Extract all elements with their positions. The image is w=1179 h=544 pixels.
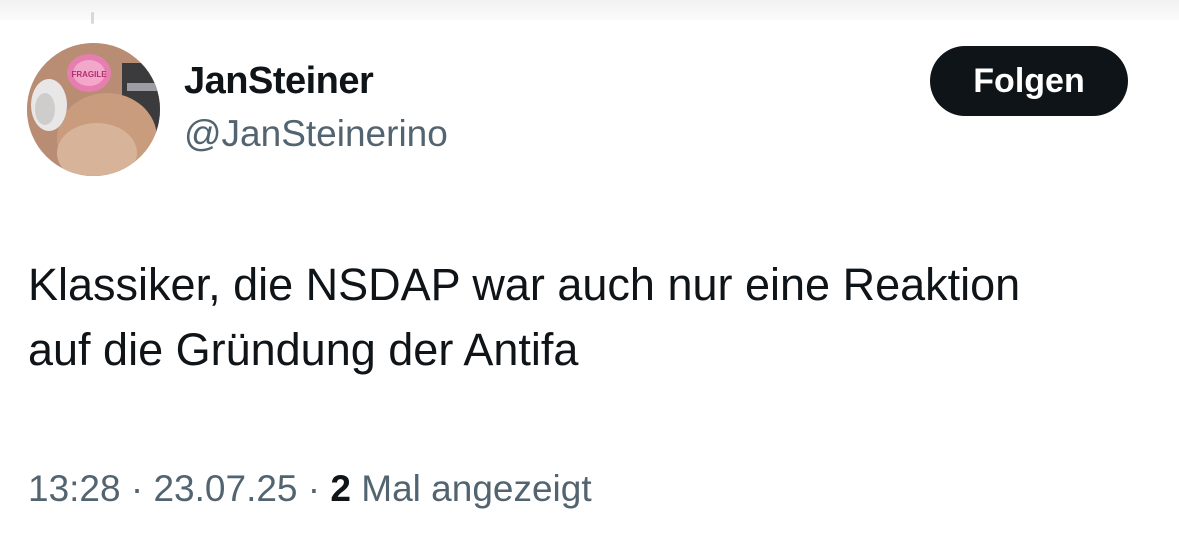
author-handle[interactable]: @JanSteinerino: [184, 113, 448, 155]
tweet-meta: 13:28 · 23.07.25 · 2 Mal angezeigt: [28, 468, 592, 510]
tweet-date[interactable]: 23.07.25: [153, 468, 297, 509]
tweet-text: Klassiker, die NSDAP war auch nur eine R…: [28, 252, 1168, 382]
tweet-card: FRAGILE JanSteiner @JanSteinerino Folgen…: [0, 0, 1179, 544]
meta-separator: ·: [120, 468, 154, 509]
author-display-name[interactable]: JanSteiner: [184, 60, 374, 103]
views-label[interactable]: Mal angezeigt: [351, 468, 591, 509]
tweet-text-line: Klassiker, die NSDAP war auch nur eine R…: [28, 259, 1021, 310]
avatar-sticker-text: FRAGILE: [71, 70, 107, 79]
meta-separator: ·: [297, 468, 331, 509]
avatar[interactable]: FRAGILE: [27, 43, 160, 176]
follow-button[interactable]: Folgen: [930, 46, 1128, 116]
views-count[interactable]: 2: [330, 468, 351, 509]
tweet-text-line: auf die Gründung der Antifa: [28, 324, 579, 375]
tweet-time[interactable]: 13:28: [28, 468, 121, 509]
avatar-image: FRAGILE: [27, 43, 160, 176]
